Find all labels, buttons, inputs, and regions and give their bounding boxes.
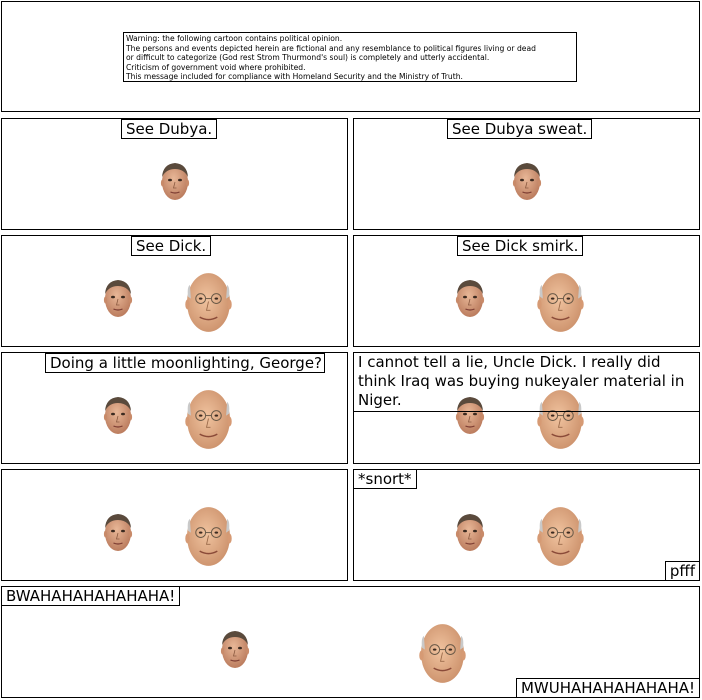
disclaimer-line-1: Warning: the following cartoon contains … bbox=[126, 34, 343, 43]
dubya-head-icon bbox=[220, 628, 250, 670]
dubya-head-icon bbox=[103, 277, 133, 319]
dick-head-icon bbox=[537, 269, 584, 334]
dubya-head-icon bbox=[512, 160, 542, 202]
panel-4: See Dick smirk. bbox=[353, 235, 700, 347]
caption-see-dubya-sweat: See Dubya sweat. bbox=[447, 119, 593, 139]
panel-8: *snort* pfff bbox=[353, 469, 700, 581]
caption-see-dick-smirk: See Dick smirk. bbox=[457, 236, 584, 256]
dubya-head-icon bbox=[160, 160, 190, 202]
dubya-head-icon bbox=[455, 511, 485, 553]
disclaimer-line-4: Criticism of government void where prohi… bbox=[126, 62, 306, 72]
panel-3: See Dick. bbox=[1, 235, 348, 347]
caption-snort: *snort* bbox=[354, 470, 417, 489]
caption-bwahaha: BWAHAHAHAHAHAHA! bbox=[2, 587, 181, 606]
panel-2: See Dubya sweat. bbox=[353, 118, 700, 230]
dubya-head-icon bbox=[103, 394, 133, 436]
disclaimer-line-2: The persons and events depicted herein a… bbox=[126, 43, 536, 53]
panel-1: See Dubya. bbox=[1, 118, 348, 230]
caption-moonlighting: Doing a little moonlighting, George? bbox=[45, 353, 326, 373]
caption-mwuhaha: MWUHAHAHAHAHAHA! bbox=[515, 678, 699, 697]
dick-head-icon bbox=[537, 503, 584, 568]
disclaimer-box: Warning: the following cartoon contains … bbox=[123, 32, 577, 82]
panel-7 bbox=[1, 469, 348, 581]
caption-pfff: pfff bbox=[664, 561, 699, 580]
caption-see-dubya: See Dubya. bbox=[121, 119, 218, 139]
caption-cannot-tell-a-lie: I cannot tell a lie, Uncle Dick. I reall… bbox=[354, 353, 699, 412]
dubya-head-icon bbox=[455, 277, 485, 319]
panel-6: I cannot tell a lie, Uncle Dick. I reall… bbox=[353, 352, 700, 464]
disclaimer-line-5: This message included for compliance wit… bbox=[126, 72, 463, 82]
caption-see-dick: See Dick. bbox=[131, 236, 212, 256]
dick-head-icon bbox=[419, 620, 466, 685]
panel-9: BWAHAHAHAHAHAHA! MWUHAHAHAHAHAHA! bbox=[1, 586, 700, 698]
dick-head-icon bbox=[185, 386, 232, 451]
dubya-head-icon bbox=[103, 511, 133, 553]
disclaimer-line-3: or difficult to categorize (God rest Str… bbox=[126, 53, 490, 63]
dick-head-icon bbox=[185, 269, 232, 334]
dick-head-icon bbox=[185, 503, 232, 568]
panel-5: Doing a little moonlighting, George? bbox=[1, 352, 348, 464]
